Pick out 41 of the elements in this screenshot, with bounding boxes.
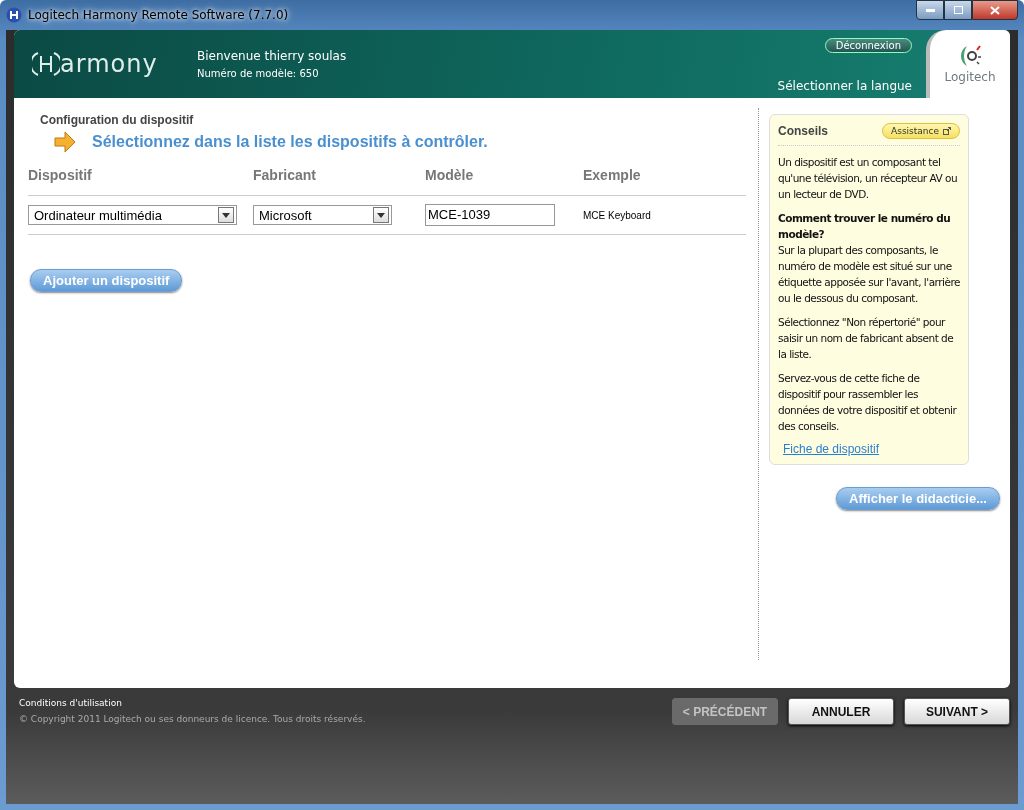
brand-logo: armony	[60, 50, 158, 78]
terms-link[interactable]: Conditions d'utilisation	[19, 698, 366, 708]
app-icon	[6, 7, 22, 23]
device-sheet-link[interactable]: Fiche de dispositif	[783, 442, 960, 456]
caret-icon	[377, 212, 385, 218]
window-title: Logitech Harmony Remote Software (7.7.0)	[28, 8, 289, 22]
close-button[interactable]	[972, 0, 1018, 20]
h-logo-icon	[32, 51, 60, 77]
assistance-button[interactable]: Assistance	[882, 123, 960, 139]
maximize-button[interactable]	[944, 0, 972, 20]
model-field[interactable]: MCE-1039	[425, 204, 555, 226]
column-header: Exemple	[583, 167, 642, 183]
column-header: Modèle	[425, 167, 475, 183]
welcome-text: Bienvenue thierry soulas	[197, 49, 347, 63]
tip-paragraph: Servez-vous de cette fiche de dispositif pour rassembler les données de votre dispositif et obtenir des conseils.	[778, 371, 958, 434]
example-text: MCE Keyboard	[583, 209, 652, 221]
nav-button[interactable]: ANNULER	[788, 698, 894, 725]
external-link-icon	[943, 127, 951, 135]
language-link[interactable]: Sélectionner la langue	[777, 79, 912, 93]
logout-button[interactable]: Déconnexion	[824, 38, 912, 53]
instruction-text: Sélectionnez dans la liste les dispositifs à contrôler.	[92, 133, 488, 151]
section-title: Configuration du dispositif	[40, 113, 195, 127]
tip-paragraph: Un dispositif est un composant tel qu'une télévision, un récepteur AV ou un lecteur de DVD.	[778, 155, 959, 202]
device-dropdown[interactable]: Ordinateur multimédia	[28, 205, 237, 225]
column-header: Fabricant	[253, 167, 317, 183]
manufacturer-dropdown[interactable]: Microsoft	[253, 205, 392, 225]
minimize-button[interactable]	[916, 0, 944, 20]
tip-paragraph: Sélectionnez "Non répertorié" pour saisir un nom de fabricant absent de la liste.	[778, 315, 955, 362]
nav-button[interactable]: SUIVANT >	[904, 698, 1010, 725]
column-header: Dispositif	[28, 167, 93, 183]
copyright-text: © Copyright 2011 Logitech ou ses donneurs de licence. Tous droits réservés.	[19, 714, 366, 724]
minimize-icon	[925, 8, 935, 12]
tip-paragraph: Sur la plupart des composants, le numéro de modèle est situé sur une étiquette apposée sur l'avant, l'arrière ou le dessous du composant.	[778, 243, 960, 306]
maximize-icon	[953, 6, 963, 14]
model-number: Numéro de modèle: 650	[197, 68, 320, 79]
tips-title: Conseils	[778, 124, 828, 138]
arrow-icon	[54, 131, 76, 153]
tip-heading: Comment trouver le numéro du modèle?	[778, 211, 952, 242]
close-icon	[990, 5, 1000, 15]
caret-icon	[222, 212, 230, 218]
logo-text: Logitech	[944, 70, 996, 84]
